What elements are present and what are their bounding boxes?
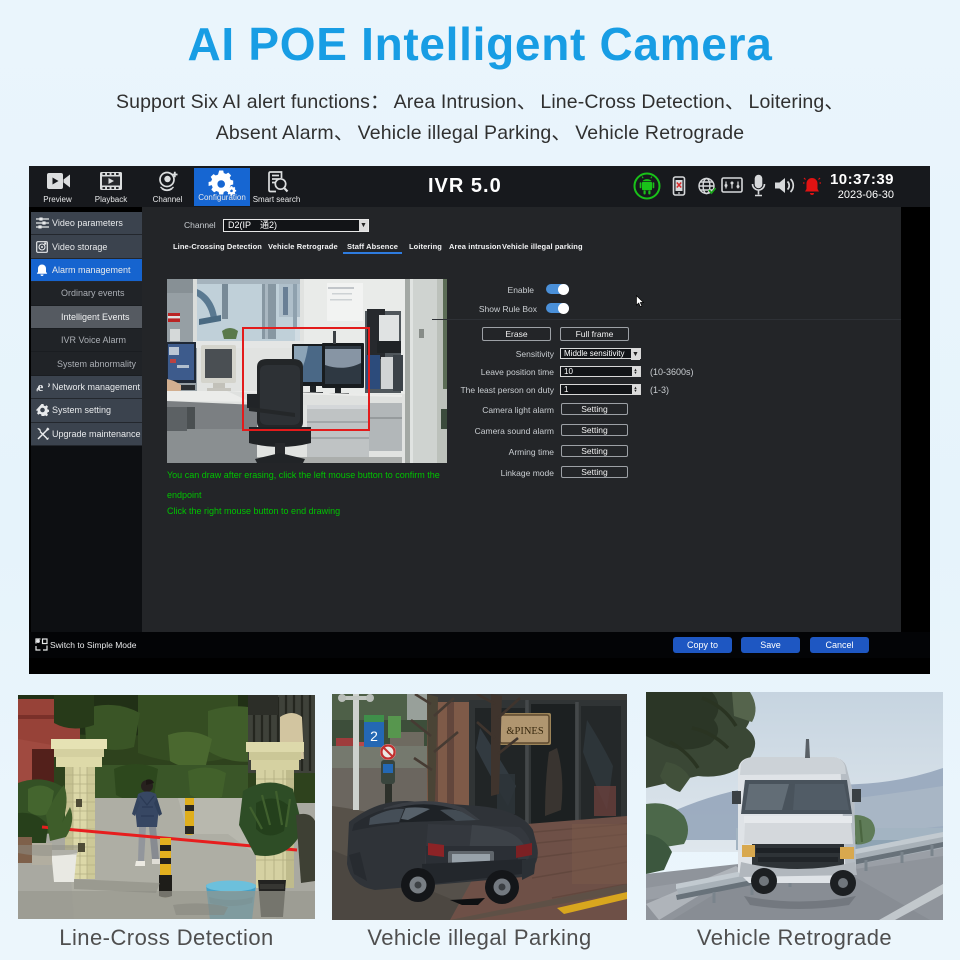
svg-text:&PINES: &PINES [506,726,544,737]
svg-text:2: 2 [370,728,378,744]
svg-text:e: e [38,380,44,394]
